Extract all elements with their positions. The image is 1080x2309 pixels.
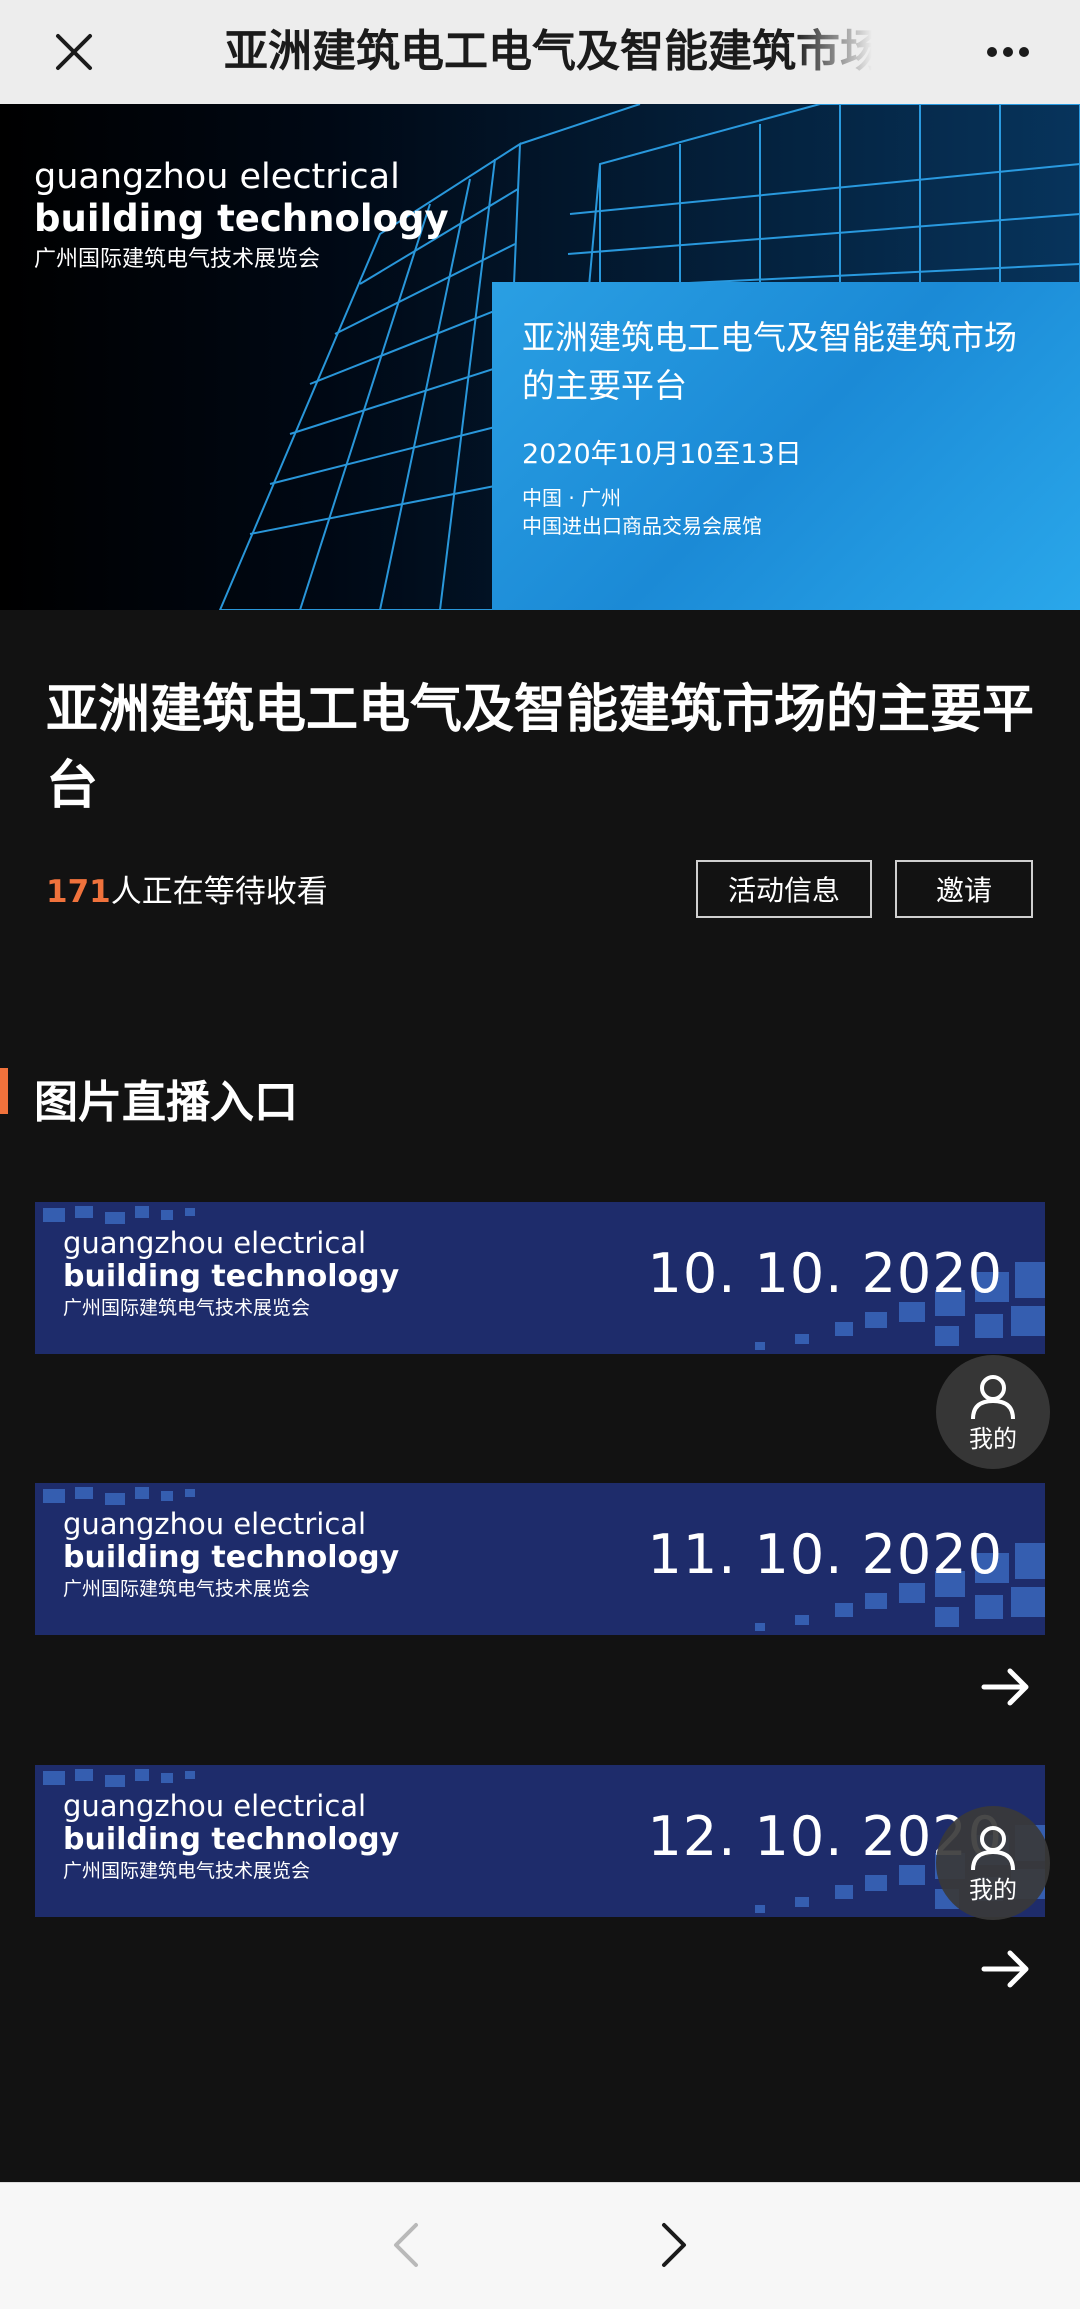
card-brand-line-1: guangzhou electrical — [63, 1789, 367, 1823]
chevron-right-icon[interactable] — [644, 2217, 700, 2273]
brand-cn: 广州国际建筑电气技术展览会 — [34, 247, 321, 272]
section-title: 图片直播入口 — [34, 1077, 298, 1128]
banner-panel-title: 亚洲建筑电工电气及智能建筑市场的主要平台 — [522, 318, 1017, 405]
day-card-2[interactable]: guangzhou electrical building technology… — [35, 1483, 1045, 1635]
card-brand: guangzhou electrical building technology… — [63, 1789, 399, 1885]
section-accent-bar — [0, 1068, 8, 1114]
card-brand: guangzhou electrical building technology… — [63, 1507, 399, 1603]
card-brand-line-2: building technology — [63, 1822, 400, 1857]
chevron-left-icon[interactable] — [380, 2217, 436, 2273]
viewer-count-text: 人正在等待收看 — [110, 874, 328, 910]
event-info-button[interactable]: 活动信息 — [696, 860, 872, 918]
card-brand-line-2: building technology — [63, 1540, 400, 1575]
viewer-count: 171 — [46, 874, 111, 910]
card-brand-cn: 广州国际建筑电气技术展览会 — [63, 1297, 311, 1319]
banner-panel-city: 中国 · 广州 — [522, 486, 622, 510]
day-card-3[interactable]: guangzhou electrical building technology… — [35, 1765, 1045, 1917]
top-bar: 亚洲建筑电工电气及智能建筑市场的主要平台 — [0, 0, 1080, 104]
card-brand-cn: 广州国际建筑电气技术展览会 — [63, 1860, 311, 1882]
waiting-viewers: 171人正在等待收看 — [46, 866, 328, 911]
brand-line-1: guangzhou electrical — [34, 157, 400, 197]
card-date: 11. 10. 2020 — [647, 1523, 1003, 1586]
close-icon[interactable] — [44, 22, 104, 82]
invite-button[interactable]: 邀请 — [895, 860, 1033, 918]
my-profile-label: 我的 — [969, 1875, 1017, 1904]
banner-panel-date: 2020年10月10至13日 — [522, 439, 802, 470]
card-date: 10. 10. 2020 — [647, 1242, 1003, 1305]
banner-panel-location: 中国 · 广州 中国进出口商品交易会展馆 — [522, 484, 762, 540]
event-headline: 亚洲建筑电工电气及智能建筑市场的主要平台 — [46, 680, 1035, 816]
arrow-right-icon[interactable] — [978, 1941, 1034, 1997]
event-banner: guangzhou electrical building technology… — [0, 104, 1080, 610]
day-card-1[interactable]: guangzhou electrical building technology… — [35, 1202, 1045, 1354]
banner-panel-venue: 中国进出口商品交易会展馆 — [522, 514, 762, 538]
card-brand: guangzhou electrical building technology… — [63, 1226, 399, 1322]
brand-line-2: building technology — [34, 197, 449, 240]
my-profile-button[interactable]: 我的 — [936, 1355, 1050, 1469]
banner-info-panel: 亚洲建筑电工电气及智能建筑市场的主要平台 2020年10月10至13日 中国 ·… — [492, 282, 1080, 610]
page-title: 亚洲建筑电工电气及智能建筑市场的主要平台 — [224, 26, 872, 77]
my-profile-label: 我的 — [969, 1424, 1017, 1453]
card-brand-line-1: guangzhou electrical — [63, 1507, 367, 1541]
banner-brand: guangzhou electrical building technology… — [34, 156, 449, 276]
user-icon — [971, 1374, 1015, 1419]
card-brand-line-1: guangzhou electrical — [63, 1226, 367, 1260]
arrow-right-icon[interactable] — [978, 1659, 1034, 1715]
card-brand-line-2: building technology — [63, 1259, 400, 1294]
more-dots-icon[interactable] — [978, 22, 1038, 82]
browser-nav-bar — [0, 2182, 1080, 2309]
my-profile-button[interactable]: 我的 — [936, 1806, 1050, 1920]
user-icon — [971, 1825, 1015, 1870]
card-brand-cn: 广州国际建筑电气技术展览会 — [63, 1578, 311, 1600]
